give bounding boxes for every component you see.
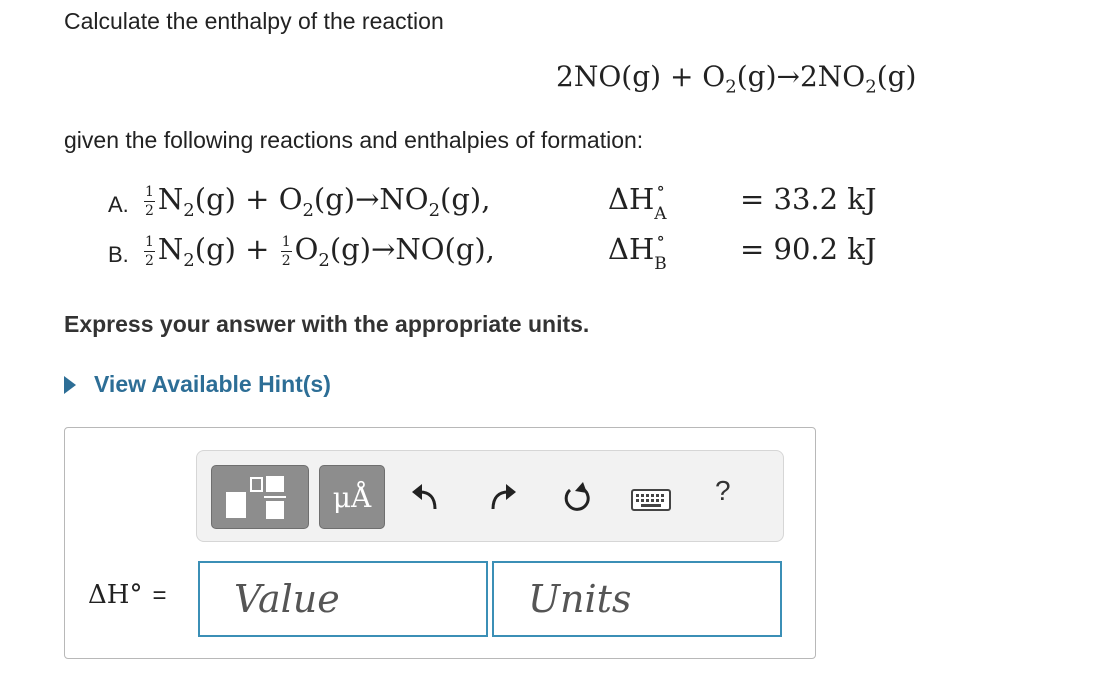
caret-right-icon <box>64 376 76 394</box>
delta-h: ΔH <box>608 232 655 266</box>
frac-denominator: 2 <box>145 202 154 219</box>
reaction-a-frac: 12 <box>144 185 155 218</box>
main-eq-left: 2NO(g) + O <box>556 60 726 93</box>
degree-sign: ∘ <box>656 178 666 199</box>
value-input[interactable] <box>198 561 488 637</box>
units-input[interactable] <box>492 561 782 637</box>
product-sub: 2 <box>428 199 441 221</box>
frac-numerator: 1 <box>280 233 292 252</box>
units-button[interactable]: μÅ <box>319 465 385 529</box>
o2-symbol: O <box>294 232 319 266</box>
o2-state: (g)→NO <box>313 182 429 216</box>
answer-delta-h: ΔH° <box>88 580 143 610</box>
units-icon: μÅ <box>332 481 372 514</box>
reaction-b-frac-1: 12 <box>144 235 155 268</box>
main-reaction-equation: 2NO(g) + O2(g)→2NO2(g) <box>556 60 916 98</box>
question-text: Calculate the enthalpy of the reaction <box>64 8 444 34</box>
reaction-b-equation: 1 2 N2(g) + 1 2 O2(g)→NO(g), <box>142 232 495 271</box>
given-text: given the following reactions and enthal… <box>64 127 644 153</box>
n2-state: (g) + <box>194 182 279 216</box>
delta-h: ΔH <box>608 182 655 216</box>
reaction-b-enthalpy-symbol: ΔH ∘ B <box>608 228 667 274</box>
o2-sub: 2 <box>302 199 314 221</box>
keyboard-icon[interactable] <box>631 489 671 511</box>
o2-state: (g)→NO(g), <box>329 232 495 266</box>
n2-symbol: N <box>157 232 184 266</box>
n2-sub: 2 <box>183 199 195 221</box>
reaction-a-letter: A. <box>108 192 129 217</box>
templates-button[interactable] <box>211 465 309 529</box>
enthalpy-subscript: B <box>654 254 667 274</box>
view-hints-label: View Available Hint(s) <box>94 371 331 397</box>
product-state: (g), <box>440 182 491 216</box>
n2-symbol: N <box>157 182 184 216</box>
reaction-b-value: = 90.2 kJ <box>740 232 877 266</box>
help-icon[interactable]: ? <box>715 475 737 511</box>
o2-sub: 2 <box>318 249 330 271</box>
view-hints-link[interactable]: View Available Hint(s) <box>64 371 331 398</box>
answer-equals: = <box>152 582 167 609</box>
reset-icon[interactable] <box>561 479 593 515</box>
reaction-b-letter: B. <box>108 242 129 267</box>
reaction-a-enthalpy-symbol: ΔH ∘ A <box>608 178 667 224</box>
answer-label: ΔH° = <box>88 580 166 610</box>
templates-icon <box>226 476 286 519</box>
enthalpy-subscript: A <box>654 204 667 224</box>
main-eq-right: (g) <box>876 60 917 93</box>
frac-denominator: 2 <box>145 252 154 269</box>
o2-symbol: O <box>278 182 303 216</box>
instruction-text: Express your answer with the appropriate… <box>64 311 590 337</box>
frac-numerator: 1 <box>144 183 155 202</box>
redo-icon[interactable] <box>487 479 519 515</box>
reaction-a-value: = 33.2 kJ <box>740 182 877 216</box>
n2-sub: 2 <box>183 249 195 271</box>
main-eq-no2-sub: 2 <box>865 76 877 98</box>
frac-numerator: 1 <box>144 233 155 252</box>
main-eq-o2-sub: 2 <box>725 76 737 98</box>
main-eq-mid: (g)→2NO <box>736 60 866 93</box>
degree-sign: ∘ <box>656 228 666 249</box>
reaction-a-equation: 1 2 N2(g) + O2(g)→NO2(g), <box>142 182 490 221</box>
reaction-b-frac-2: 12 <box>280 233 292 269</box>
undo-icon[interactable] <box>409 479 441 515</box>
math-toolbar: μÅ ? <box>196 450 784 542</box>
frac-denominator: 2 <box>281 252 291 269</box>
n2-state: (g) + <box>194 232 279 266</box>
